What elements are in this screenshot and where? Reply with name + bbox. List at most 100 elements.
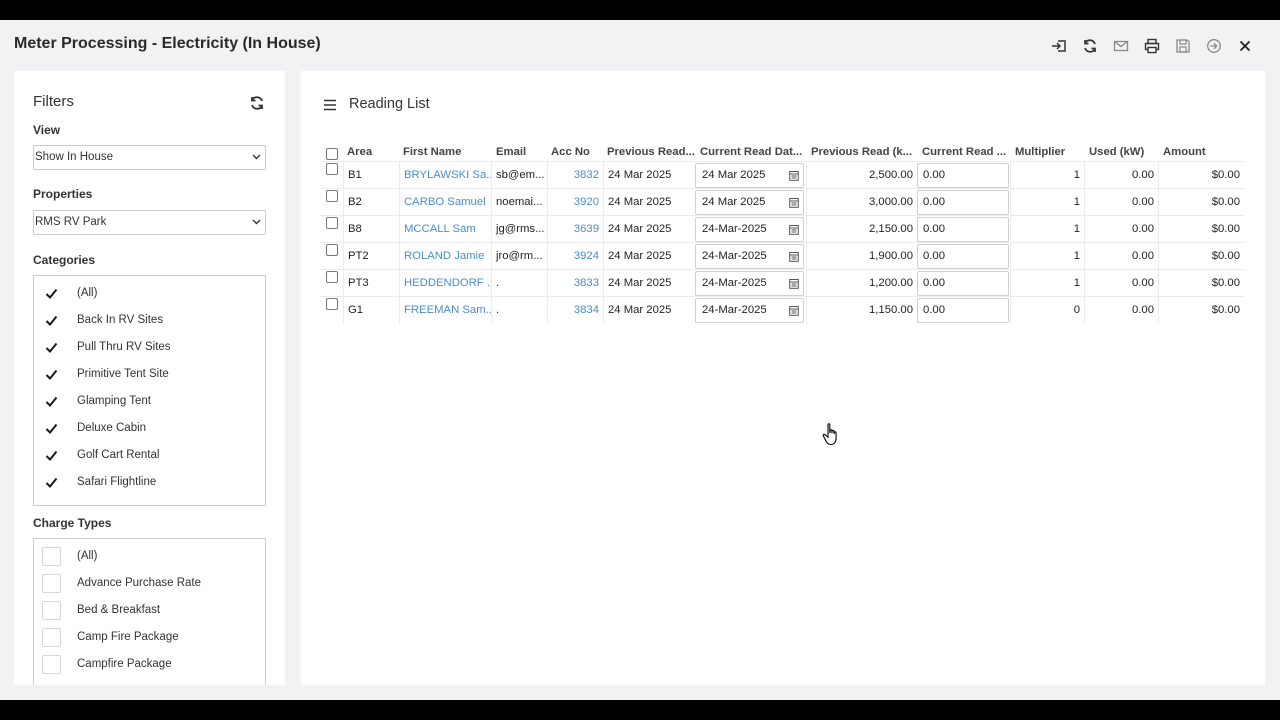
forward-icon[interactable]	[1203, 35, 1225, 57]
view-select[interactable]: Show In House	[33, 145, 266, 170]
close-icon[interactable]	[1234, 35, 1256, 57]
cell-first-name[interactable]: BRYLAWSKI Sa...	[399, 162, 491, 189]
charge-type-checkbox[interactable]	[42, 600, 61, 620]
cell-acc-no[interactable]: 3834	[547, 297, 603, 324]
category-item[interactable]: Primitive Tent Site	[42, 364, 169, 384]
charge-type-checkbox[interactable]	[42, 546, 61, 566]
properties-select[interactable]: RMS RV Park	[33, 210, 266, 235]
current-read-date-value: 24 Mar 2025	[702, 169, 766, 181]
table-row[interactable]: B1 BRYLAWSKI Sa... sb@em... 3832 24 Mar 2025…	[320, 161, 1245, 189]
table-row[interactable]: B8 MCCALL Sam jg@rms... 3639 24 Mar 2025 2,15…	[320, 215, 1245, 243]
cell-prev-read: 2,150.00	[806, 216, 917, 243]
category-item[interactable]: Deluxe Cabin	[42, 418, 146, 438]
calendar-icon[interactable]	[789, 305, 799, 316]
category-item[interactable]: Glamping Tent	[42, 391, 151, 411]
charge-type-checkbox[interactable]	[42, 654, 61, 674]
cell-first-name[interactable]: MCCALL Sam	[399, 216, 491, 243]
checkmark-icon	[45, 369, 58, 380]
current-read-date-input[interactable]: 24-Mar-2025	[695, 271, 804, 296]
category-checkbox[interactable]	[42, 310, 61, 330]
cell-first-name[interactable]: CARBO Samuel	[399, 189, 491, 216]
cell-first-name[interactable]: HEDDENDORF ...	[399, 270, 491, 297]
category-checkbox[interactable]	[42, 418, 61, 438]
cell-used: 0.00	[1084, 216, 1158, 243]
table-row[interactable]: PT2 ROLAND Jamie jro@rm... 3924 24 Mar 2025 1…	[320, 242, 1245, 270]
row-checkbox[interactable]	[326, 271, 338, 283]
cell-multiplier: 1	[1010, 243, 1084, 270]
current-read-input[interactable]: 0.00	[917, 163, 1009, 188]
charge-type-item[interactable]: (All)	[42, 546, 97, 566]
cell-acc-no[interactable]: 3920	[547, 189, 603, 216]
category-item[interactable]: (All)	[42, 283, 97, 303]
category-label: Primitive Tent Site	[77, 368, 169, 380]
category-checkbox[interactable]	[42, 472, 61, 492]
checkmark-icon	[45, 396, 58, 407]
current-read-input[interactable]: 0.00	[917, 217, 1009, 242]
print-icon[interactable]	[1141, 35, 1163, 57]
cell-area: B8	[343, 216, 397, 243]
charge-type-item[interactable]: Campfire Package	[42, 654, 172, 674]
cell-acc-no[interactable]: 3832	[547, 162, 603, 189]
category-checkbox[interactable]	[42, 445, 61, 465]
chevron-down-icon	[252, 219, 261, 225]
view-label: View	[33, 123, 61, 137]
calendar-icon[interactable]	[789, 278, 799, 289]
table-row[interactable]: B2 CARBO Samuel noemai... 3920 24 Mar 2025 3,…	[320, 188, 1245, 216]
row-checkbox[interactable]	[326, 298, 338, 310]
reading-list-panel: Reading List Area First Name Email Acc No Pr…	[301, 71, 1265, 685]
select-all-checkbox[interactable]	[326, 148, 338, 160]
current-read-date-value: 24-Mar-2025	[702, 250, 767, 262]
current-read-input[interactable]: 0.00	[917, 244, 1009, 269]
current-read-date-input[interactable]: 24-Mar-2025	[695, 298, 804, 323]
row-checkbox[interactable]	[326, 190, 338, 202]
calendar-icon[interactable]	[789, 251, 799, 262]
current-read-input[interactable]: 0.00	[917, 190, 1009, 215]
charge-type-item[interactable]: Advance Purchase Rate	[42, 573, 201, 593]
checkmark-icon	[45, 477, 58, 488]
calendar-icon[interactable]	[789, 197, 799, 208]
cell-first-name[interactable]: FREEMAN Sam...	[399, 297, 491, 324]
category-label: Golf Cart Rental	[77, 449, 160, 461]
row-checkbox[interactable]	[326, 244, 338, 256]
category-checkbox[interactable]	[42, 283, 61, 303]
cell-acc-no[interactable]: 3924	[547, 243, 603, 270]
current-read-date-input[interactable]: 24 Mar 2025	[695, 190, 804, 215]
charge-type-checkbox[interactable]	[42, 573, 61, 593]
current-read-input[interactable]: 0.00	[917, 271, 1009, 296]
current-read-date-value: 24 Mar 2025	[702, 196, 766, 208]
category-item[interactable]: Pull Thru RV Sites	[42, 337, 171, 357]
category-label: Pull Thru RV Sites	[77, 341, 171, 353]
import-icon[interactable]	[1048, 35, 1070, 57]
hamburger-menu-icon[interactable]	[323, 99, 337, 111]
calendar-icon[interactable]	[789, 224, 799, 235]
cell-area: G1	[343, 297, 397, 324]
category-item[interactable]: Safari Flightline	[42, 472, 156, 492]
calendar-icon[interactable]	[789, 170, 799, 181]
refresh-icon[interactable]	[1079, 35, 1101, 57]
category-checkbox[interactable]	[42, 364, 61, 384]
cell-acc-no[interactable]: 3639	[547, 216, 603, 243]
current-read-date-input[interactable]: 24-Mar-2025	[695, 244, 804, 269]
table-row[interactable]: G1 FREEMAN Sam.... 3834 24 Mar 2025 1,150.00…	[320, 296, 1245, 324]
table-row[interactable]: PT3 HEDDENDORF .... 3833 24 Mar 2025 1,200.0…	[320, 269, 1245, 297]
current-read-date-value: 24-Mar-2025	[702, 223, 767, 235]
cell-first-name[interactable]: ROLAND Jamie	[399, 243, 491, 270]
category-checkbox[interactable]	[42, 337, 61, 357]
current-read-input[interactable]: 0.00	[917, 298, 1009, 323]
filters-refresh-icon[interactable]	[249, 95, 265, 111]
save-icon[interactable]	[1172, 35, 1194, 57]
charge-type-item[interactable]: Camp Fire Package	[42, 627, 179, 647]
category-checkbox[interactable]	[42, 391, 61, 411]
current-read-date-value: 24-Mar-2025	[702, 304, 767, 316]
row-checkbox[interactable]	[326, 163, 338, 175]
charge-type-checkbox[interactable]	[42, 627, 61, 647]
email-icon[interactable]	[1110, 35, 1132, 57]
cell-acc-no[interactable]: 3833	[547, 270, 603, 297]
category-item[interactable]: Golf Cart Rental	[42, 445, 159, 465]
charge-type-item[interactable]: Bed & Breakfast	[42, 600, 160, 620]
current-read-date-input[interactable]: 24-Mar-2025	[695, 217, 804, 242]
current-read-date-input[interactable]: 24 Mar 2025	[695, 163, 804, 188]
cell-email: jg@rms...	[491, 216, 547, 243]
category-item[interactable]: Back In RV Sites	[42, 310, 163, 330]
row-checkbox[interactable]	[326, 217, 338, 229]
